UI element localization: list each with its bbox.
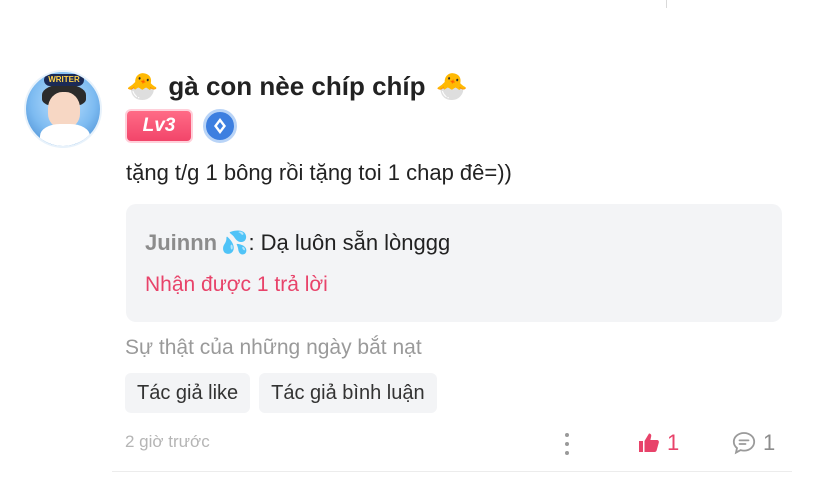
- badge-row: Lv3: [125, 109, 237, 143]
- more-vertical-icon[interactable]: [563, 433, 571, 455]
- thumbs-up-icon: [639, 433, 659, 452]
- view-replies-link[interactable]: Nhận được 1 trả lời: [145, 273, 763, 297]
- comment-text: tặng t/g 1 bông rồi tặng toi 1 chap đê=)…: [126, 160, 512, 185]
- hatching-chick-icon: 🐣: [435, 71, 468, 101]
- avatar-frame-tag: WRITER: [44, 74, 84, 86]
- comment-footer: 2 giờ trước 1 1: [125, 430, 785, 456]
- droplets-icon: 💦: [221, 230, 249, 255]
- timestamp: 2 giờ trước: [125, 432, 210, 451]
- like-count: 1: [667, 430, 680, 455]
- avatar[interactable]: WRITER: [24, 70, 102, 148]
- level-badge: Lv3: [125, 109, 193, 143]
- avatar-body: [40, 124, 90, 146]
- comment-bubble-icon: [732, 432, 756, 455]
- tag-list: Tác giả like Tác giả bình luận: [125, 373, 437, 413]
- reply-username[interactable]: Juinnn: [145, 230, 217, 256]
- username[interactable]: gà con nèe chíp chíp: [168, 71, 425, 102]
- reply-preview-line: Juinnn 💦 : Dạ luôn sẵn lònggg: [145, 230, 763, 256]
- reply-text: Dạ luôn sẵn lònggg: [260, 230, 451, 255]
- like-button[interactable]: 1: [637, 430, 679, 456]
- reply-colon: :: [248, 230, 255, 255]
- bottom-divider: [112, 471, 792, 472]
- reply-count: 1: [763, 430, 776, 455]
- tag-author-comment: Tác giả bình luận: [259, 373, 437, 413]
- reply-preview-box[interactable]: Juinnn 💦 : Dạ luôn sẵn lònggg Nhận được …: [126, 204, 782, 322]
- avatar-face: [48, 92, 80, 128]
- username-row[interactable]: 🐣 gà con nèe chíp chíp 🐣: [126, 68, 468, 104]
- hatching-chick-icon: 🐣: [126, 71, 159, 101]
- rank-badge-icon: [203, 109, 237, 143]
- story-title-link[interactable]: Sự thật của những ngày bắt nạt: [125, 336, 422, 360]
- top-divider: [666, 0, 667, 8]
- tag-author-like: Tác giả like: [125, 373, 251, 413]
- reply-button[interactable]: 1: [731, 430, 775, 456]
